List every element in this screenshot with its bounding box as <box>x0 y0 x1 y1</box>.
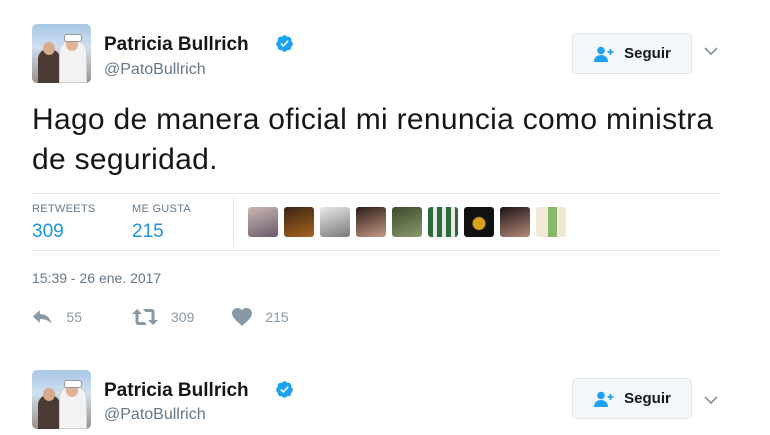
retweets-count: 309 <box>32 221 64 242</box>
divider <box>233 197 234 247</box>
likes-label: ME GUSTA <box>132 203 192 215</box>
reply-count: 55 <box>66 309 82 325</box>
tweet: Patricia Bullrich @PatoBullrich Seguir <box>0 362 770 435</box>
likers-avatars <box>248 207 566 237</box>
likes-stat[interactable]: ME GUSTA 215 <box>132 203 191 243</box>
like-button[interactable]: 215 <box>232 308 289 326</box>
tweet-timestamp[interactable]: 15:39 - 26 ene. 2017 <box>32 270 161 286</box>
tweet: Patricia Bullrich @PatoBullrich Seguir H… <box>0 0 770 350</box>
retweets-label: RETWEETS <box>32 203 96 215</box>
liker-avatar[interactable] <box>320 207 350 237</box>
tweet-actions: 55 309 215 <box>32 308 289 326</box>
follow-user-icon <box>594 391 614 407</box>
reply-icon <box>32 310 52 324</box>
divider <box>32 250 720 251</box>
like-count: 215 <box>265 309 289 325</box>
heart-icon <box>232 308 253 326</box>
liker-avatar[interactable] <box>500 207 530 237</box>
liker-avatar[interactable] <box>284 207 314 237</box>
follow-label: Seguir <box>624 390 671 407</box>
retweet-count: 309 <box>171 309 195 325</box>
follow-button[interactable]: Seguir <box>572 378 692 419</box>
avatar[interactable] <box>32 24 91 83</box>
author-handle[interactable]: @PatoBullrich <box>104 406 206 424</box>
liker-avatar[interactable] <box>248 207 278 237</box>
chevron-down-icon[interactable] <box>704 395 718 405</box>
avatar[interactable] <box>32 370 91 429</box>
author-name[interactable]: Patricia Bullrich <box>104 380 249 402</box>
liker-avatar[interactable] <box>464 207 494 237</box>
follow-button[interactable]: Seguir <box>572 33 692 74</box>
likes-count: 215 <box>132 221 164 242</box>
reply-button[interactable]: 55 <box>32 309 82 325</box>
tweet-text: Hago de manera oficial mi renuncia como … <box>32 103 714 176</box>
verified-badge-icon <box>276 35 293 52</box>
retweets-stat[interactable]: RETWEETS 309 <box>32 203 96 243</box>
liker-avatar[interactable] <box>356 207 386 237</box>
verified-badge-icon <box>276 381 293 398</box>
follow-label: Seguir <box>624 45 671 62</box>
liker-avatar[interactable] <box>536 207 566 237</box>
author-handle[interactable]: @PatoBullrich <box>104 61 206 79</box>
retweet-icon <box>132 309 158 325</box>
chevron-down-icon[interactable] <box>704 46 718 56</box>
divider <box>32 193 720 194</box>
liker-avatar[interactable] <box>392 207 422 237</box>
author-name[interactable]: Patricia Bullrich <box>104 34 249 56</box>
liker-avatar[interactable] <box>428 207 458 237</box>
follow-user-icon <box>594 46 614 62</box>
retweet-button[interactable]: 309 <box>132 309 194 325</box>
